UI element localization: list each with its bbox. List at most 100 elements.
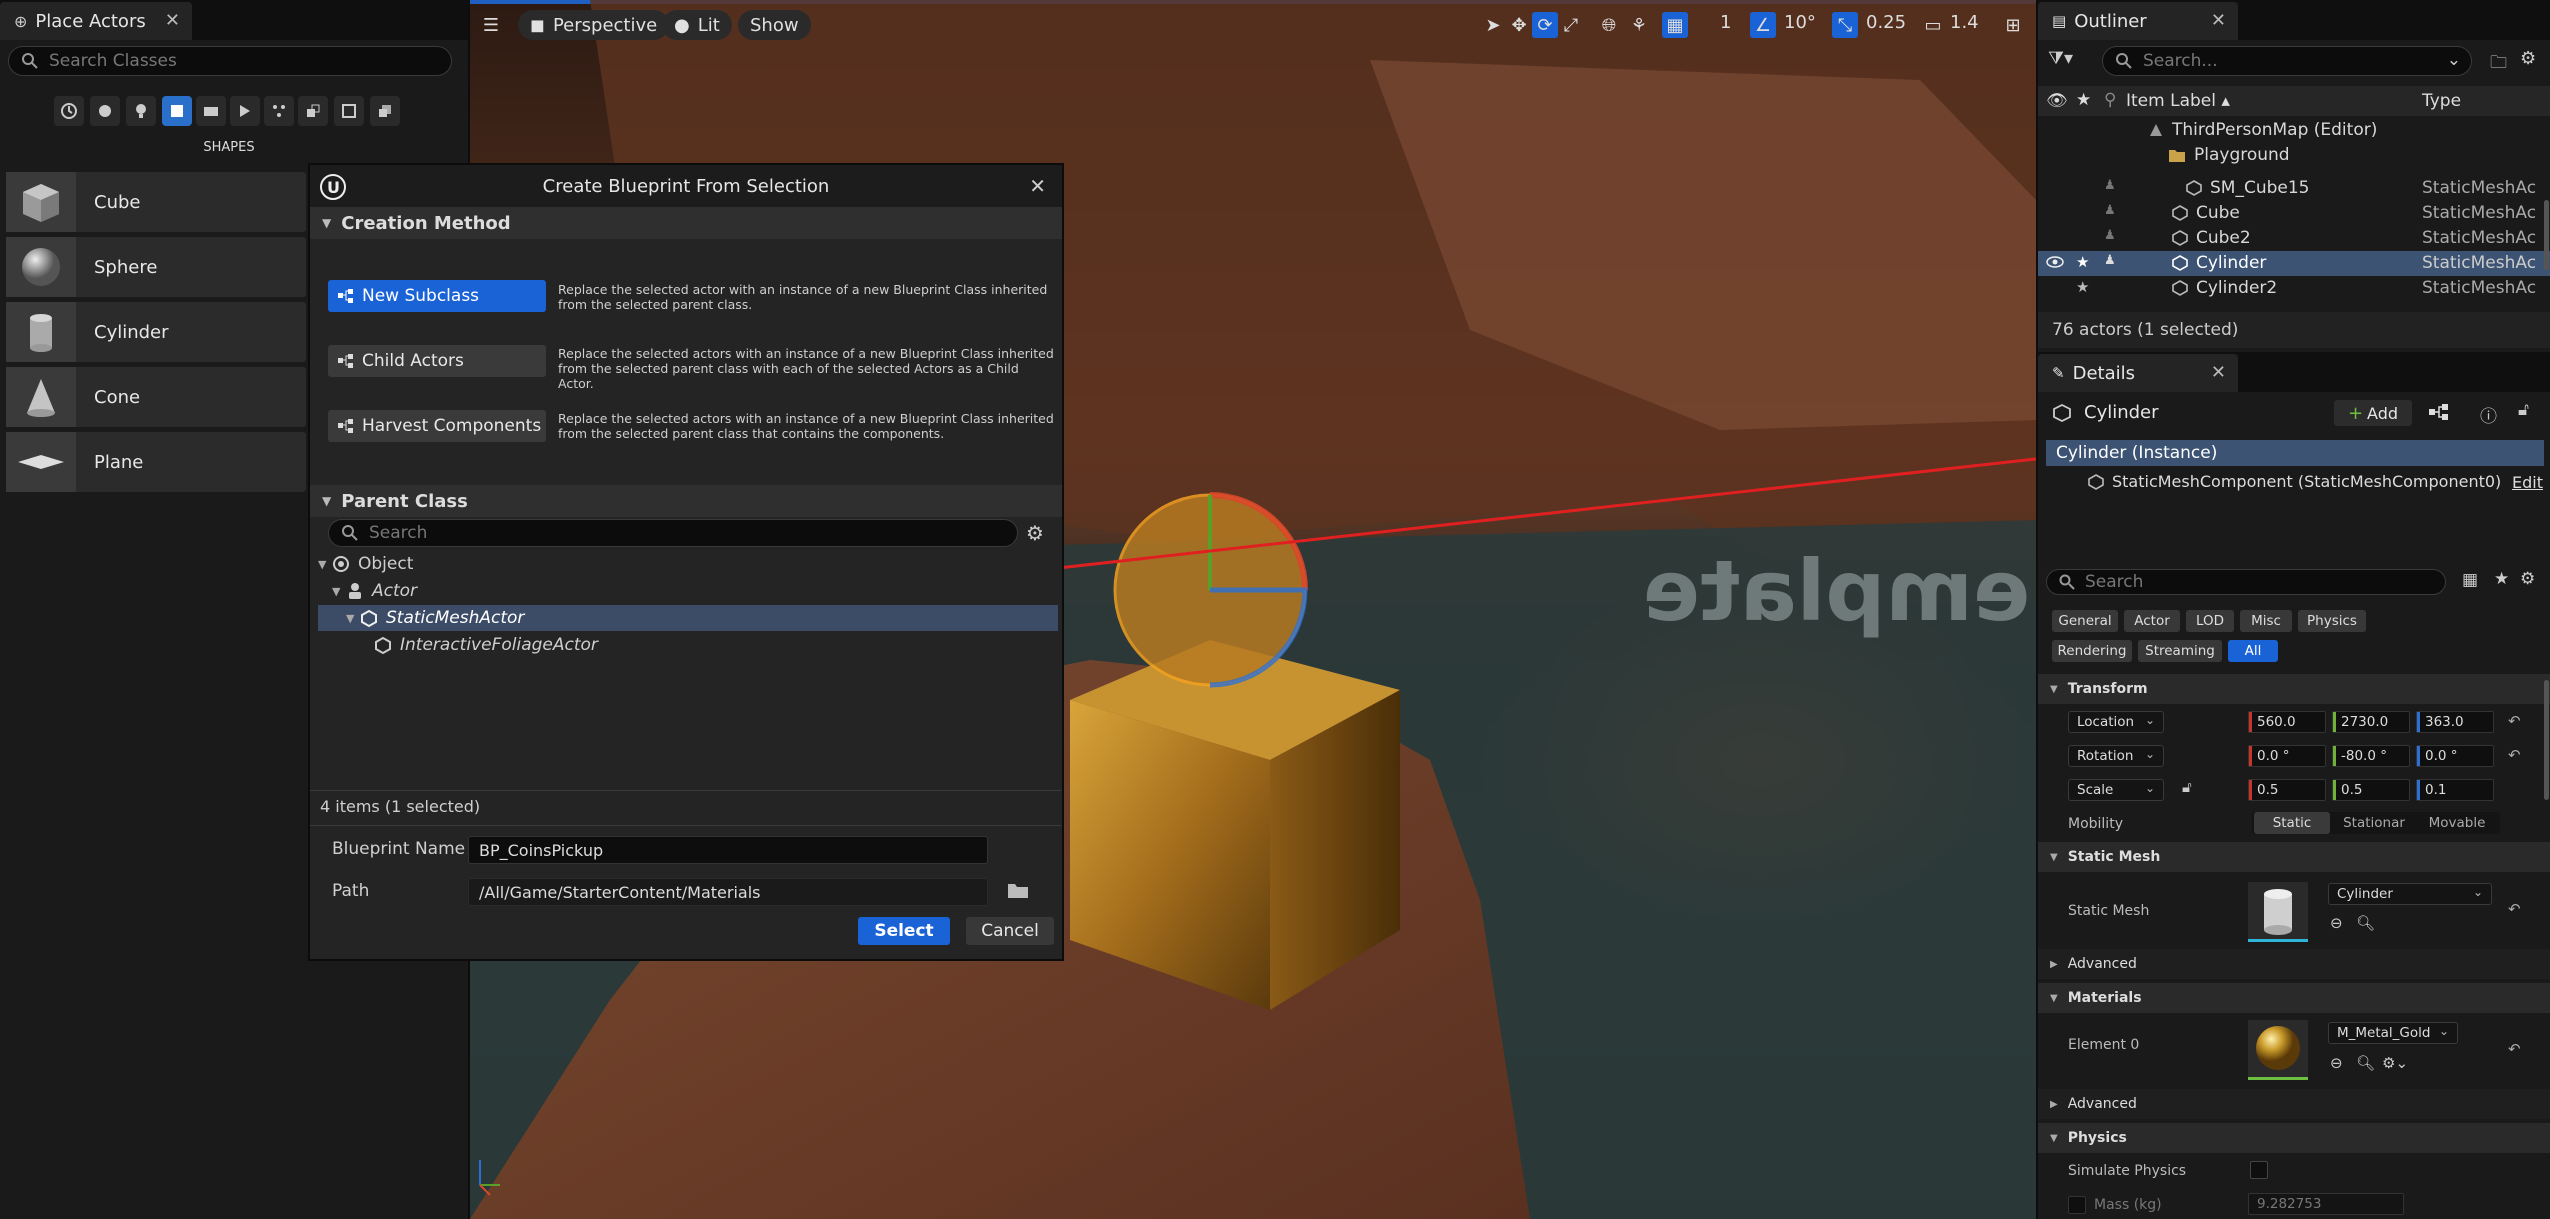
outliner-row-map[interactable]: ThirdPersonMap (Editor) xyxy=(2038,118,2550,143)
star-icon[interactable]: ★ xyxy=(2076,278,2089,296)
close-icon[interactable]: ✕ xyxy=(2211,362,2226,383)
rotation-dropdown[interactable]: Rotation ⌄ xyxy=(2068,745,2164,767)
filter-physics[interactable]: Physics xyxy=(2298,610,2366,632)
static-mesh-thumbnail[interactable] xyxy=(2248,882,2308,942)
location-dropdown[interactable]: Location ⌄ xyxy=(2068,711,2164,733)
browse-icon[interactable]: 🔍︎ xyxy=(2356,1054,2375,1072)
filter-icon[interactable]: ⧩▾ xyxy=(2048,48,2073,69)
tab-place-actors[interactable]: ⊕ Place Actors ✕ xyxy=(0,2,192,40)
creation-method-header[interactable]: ▼ Creation Method xyxy=(310,207,1062,239)
star-icon[interactable]: ★ xyxy=(2494,569,2509,589)
rotation-y-field[interactable]: -80.0 ° xyxy=(2332,745,2410,767)
outliner-search-input[interactable]: Search... ⌄ xyxy=(2102,46,2472,76)
advanced-section-header[interactable]: ▶ Advanced xyxy=(2038,949,2550,979)
filter-streaming[interactable]: Streaming xyxy=(2138,640,2222,662)
mass-override-checkbox[interactable] xyxy=(2068,1196,2086,1214)
settings-gear-icon[interactable]: ⚙ xyxy=(1026,521,1044,545)
shape-item-sphere[interactable]: Sphere xyxy=(6,237,306,297)
pin-icon[interactable]: ♟ xyxy=(2104,253,2116,268)
outliner-row[interactable]: ♟ Cube StaticMeshAc xyxy=(2038,201,2550,226)
details-scrollbar[interactable] xyxy=(2544,680,2549,800)
mass-field[interactable]: 9.282753 xyxy=(2248,1193,2404,1215)
mobility-stationary[interactable]: Stationar xyxy=(2336,812,2412,834)
blueprint-convert-icon[interactable] xyxy=(2428,402,2450,422)
outliner-scrollbar[interactable] xyxy=(2544,200,2549,270)
add-folder-icon[interactable]: 🗀︎ xyxy=(2490,50,2507,79)
reset-arrow-icon[interactable]: ↶ xyxy=(2508,900,2521,918)
pin-icon[interactable]: ♟ xyxy=(2104,178,2116,193)
static-mesh-dropdown[interactable]: Cylinder ⌄ xyxy=(2328,883,2492,905)
material-thumbnail[interactable] xyxy=(2248,1020,2308,1080)
outliner-row-folder[interactable]: Playground xyxy=(2038,143,2550,168)
material-dropdown[interactable]: M_Metal_Gold ⌄ xyxy=(2328,1022,2458,1044)
mobility-static[interactable]: Static xyxy=(2254,812,2330,834)
search-classes-input[interactable]: Search Classes xyxy=(8,46,452,76)
lock-icon[interactable]: 🔓︎ xyxy=(2518,400,2529,420)
star-icon[interactable]: ★ xyxy=(2076,253,2089,271)
scale-y-field[interactable]: 0.5 xyxy=(2332,779,2410,801)
tab-outliner[interactable]: ▤ Outliner ✕ xyxy=(2038,2,2238,40)
outliner-row[interactable]: ★ Cylinder2 StaticMeshAc xyxy=(2038,276,2550,301)
harvest-components-button[interactable]: Harvest Components xyxy=(328,410,546,442)
actor-name[interactable]: Cylinder xyxy=(2084,402,2159,423)
visual-effects-icon[interactable] xyxy=(230,96,260,126)
scale-z-field[interactable]: 0.1 xyxy=(2416,779,2494,801)
tree-item-staticmeshactor[interactable]: ▼ StaticMeshActor xyxy=(318,605,1058,631)
shapes-icon[interactable] xyxy=(162,96,192,126)
filter-general[interactable]: General xyxy=(2052,610,2118,632)
tab-details[interactable]: ✎ Details ✕ xyxy=(2038,354,2238,392)
filter-all[interactable]: All xyxy=(2228,640,2278,662)
select-button[interactable]: Select xyxy=(858,917,950,945)
shape-item-cylinder[interactable]: Cylinder xyxy=(6,302,306,362)
new-subclass-button[interactable]: New Subclass xyxy=(328,280,546,312)
volumes-icon[interactable] xyxy=(298,96,328,126)
visibility-column-icon[interactable]: 👁︎ xyxy=(2046,91,2068,111)
filter-lod[interactable]: LOD xyxy=(2186,610,2234,632)
reset-arrow-icon[interactable]: ↶ xyxy=(2508,1040,2521,1058)
outliner-row-selected[interactable]: ★ ♟ Cylinder StaticMeshAc xyxy=(2038,251,2550,276)
transform-section-header[interactable]: ▼ Transform xyxy=(2038,674,2550,704)
settings-gear-icon[interactable]: ⚙ xyxy=(2520,48,2536,69)
use-selected-icon[interactable]: ⊖ xyxy=(2330,1054,2343,1072)
shape-item-cube[interactable]: Cube xyxy=(6,172,306,232)
favorite-column-icon[interactable]: ★ xyxy=(2076,90,2091,110)
outliner-row[interactable]: ♟ Cube2 StaticMeshAc xyxy=(2038,226,2550,251)
simulate-physics-checkbox[interactable] xyxy=(2250,1161,2268,1179)
type-column[interactable]: Type xyxy=(2422,91,2461,111)
reset-arrow-icon[interactable]: ↶ xyxy=(2508,712,2521,730)
chevron-down-icon[interactable]: ⌄ xyxy=(2447,50,2461,70)
all-classes-icon[interactable] xyxy=(334,96,364,126)
folder-icon[interactable] xyxy=(1006,879,1030,901)
path-input[interactable]: /All/Game/StarterContent/Materials xyxy=(468,878,988,906)
help-icon[interactable]: ⓘ xyxy=(2480,402,2497,427)
item-label-column[interactable]: Item Label ▴ xyxy=(2126,91,2230,111)
shape-item-plane[interactable]: Plane xyxy=(6,432,306,492)
pin-icon[interactable]: ♟ xyxy=(2104,228,2116,243)
lock-icon[interactable]: 🔓︎ xyxy=(2182,778,2192,796)
edit-link[interactable]: Edit xyxy=(2512,473,2543,492)
child-actors-button[interactable]: Child Actors xyxy=(328,345,546,377)
tree-item-object[interactable]: ▼ Object xyxy=(318,551,1058,577)
scale-x-field[interactable]: 0.5 xyxy=(2248,779,2326,801)
shape-item-cone[interactable]: Cone xyxy=(6,367,306,427)
component-tree-item[interactable]: StaticMeshComponent (StaticMeshComponent… xyxy=(2088,472,2501,491)
browse-icon[interactable]: 🔍︎ xyxy=(2356,914,2375,932)
pin-icon[interactable]: ♟ xyxy=(2104,203,2116,218)
rotation-z-field[interactable]: 0.0 ° xyxy=(2416,745,2494,767)
add-component-button[interactable]: + Add xyxy=(2334,400,2412,426)
outliner-row[interactable]: ♟ SM_Cube15 StaticMeshAc xyxy=(2038,176,2550,201)
mobility-movable[interactable]: Movable xyxy=(2418,812,2496,834)
parent-class-search-input[interactable]: Search xyxy=(328,519,1018,547)
filter-rendering[interactable]: Rendering xyxy=(2052,640,2132,662)
use-selected-icon[interactable]: ⊖ xyxy=(2330,914,2343,932)
blueprint-name-input[interactable]: BP_CoinsPickup xyxy=(468,836,988,864)
cancel-button[interactable]: Cancel xyxy=(966,917,1054,945)
cinematic-icon[interactable] xyxy=(196,96,226,126)
eye-icon[interactable] xyxy=(2046,255,2064,269)
options-icon[interactable]: ⚙︎⌄ xyxy=(2382,1054,2408,1072)
close-icon[interactable]: ✕ xyxy=(1029,174,1046,198)
location-z-field[interactable]: 363.0 xyxy=(2416,711,2494,733)
filter-misc[interactable]: Misc xyxy=(2240,610,2292,632)
basic-icon[interactable] xyxy=(90,96,120,126)
recent-icon[interactable] xyxy=(54,96,84,126)
